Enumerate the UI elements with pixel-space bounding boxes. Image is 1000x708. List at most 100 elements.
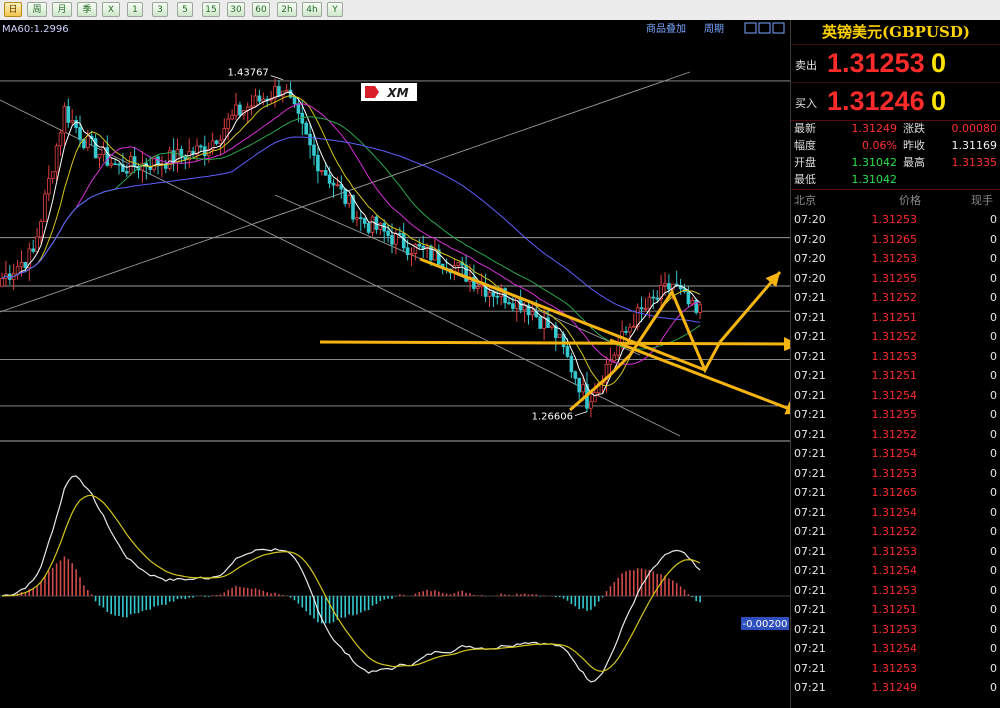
candle-down (362, 218, 367, 224)
tick-row: 07:21 1.31251 0 (791, 600, 1000, 620)
timeframe-button[interactable]: 4h (302, 2, 322, 17)
tick-row: 07:21 1.31254 0 (791, 561, 1000, 581)
prev-close-value: 1.31169 (951, 139, 998, 152)
tick-time: 07:21 (794, 603, 826, 616)
timeframe-button[interactable]: 2h (277, 2, 297, 17)
tick-volume: 0 (990, 408, 997, 421)
timeframe-button[interactable]: 5 (177, 2, 193, 17)
tick-volume: 0 (990, 661, 997, 675)
tick-time: 07:21 (794, 388, 826, 402)
sell-quote[interactable]: 卖出 1.31253 0 (791, 44, 1000, 83)
tick-header-price: 价格 (899, 194, 921, 207)
candle-up (347, 195, 351, 204)
tick-row: 07:21 1.31253 0 (791, 347, 1000, 367)
tick-volume: 0 (990, 486, 997, 499)
price-annotation: 1.43767 (227, 68, 268, 79)
timeframe-button[interactable]: 季 (77, 2, 97, 17)
toolbar: 日周月季 X 1 3 5 15 30 60 2h 4h Y (0, 0, 1000, 21)
tick-time: 07:20 (794, 213, 826, 226)
tick-volume: 0 (990, 291, 997, 304)
timeframe-button[interactable]: 30 (227, 2, 245, 17)
low-value: 1.31042 (851, 173, 898, 186)
candle-down (343, 188, 347, 204)
tick-price: 1.31251 (871, 310, 918, 324)
candle-up (249, 105, 254, 108)
candle-down (93, 138, 98, 159)
candle-up (456, 262, 461, 266)
candle-down (429, 245, 433, 261)
candle-down (117, 163, 121, 166)
tick-time: 07:21 (794, 642, 826, 655)
sell-suffix: 0 (931, 48, 947, 78)
tick-volume: 0 (990, 622, 997, 636)
tick-price: 1.31251 (871, 603, 918, 616)
timeframe-button[interactable]: 日 (4, 2, 22, 17)
open-label: 开盘 (794, 156, 816, 169)
overlay-link: 商品叠加 (646, 22, 686, 35)
tick-time: 07:21 (794, 330, 826, 343)
timeframe-button[interactable]: 月 (52, 2, 72, 17)
change-label: 涨跌 (903, 122, 925, 135)
candle-down (105, 147, 110, 166)
candle-up (557, 333, 562, 338)
candle-up (335, 184, 340, 187)
tick-row: 07:20 1.31265 0 (791, 230, 1000, 250)
buy-price: 1.31246 (827, 86, 925, 116)
candle-up (128, 156, 133, 174)
tick-volume: 0 (990, 271, 997, 285)
candle-down (421, 245, 425, 249)
candle-up (15, 266, 20, 275)
tick-price: 1.31254 (871, 564, 918, 577)
tick-volume: 0 (990, 466, 997, 480)
candle-down (132, 156, 137, 167)
timeframe-button[interactable]: 周 (27, 2, 47, 17)
tick-time: 07:20 (794, 271, 826, 285)
tick-volume: 0 (990, 349, 997, 363)
buy-suffix: 0 (931, 86, 947, 116)
candle-down (538, 316, 542, 329)
candle-up (62, 106, 67, 134)
candle-up (284, 89, 289, 92)
tick-header-vol: 现手 (971, 194, 993, 207)
tick-time: 07:21 (794, 486, 826, 499)
tick-volume: 0 (990, 447, 997, 460)
tick-price: 1.31265 (871, 486, 918, 499)
timeframe-button[interactable]: 1 (127, 2, 143, 17)
timeframe-button[interactable]: 60 (252, 2, 270, 17)
price-chart: MA60:1.2996 商品叠加 周期 1.43767 1.26606 XM -0.0020… (0, 20, 790, 708)
tick-row: 07:20 1.31253 0 (791, 249, 1000, 269)
candle-up (0, 278, 4, 287)
timeframe-button[interactable]: X (102, 2, 120, 17)
candle-up (86, 135, 90, 149)
timeframe-button[interactable]: 15 (202, 2, 220, 17)
tick-volume: 0 (990, 681, 997, 694)
candle-down (31, 248, 35, 252)
buy-quote[interactable]: 买入 1.31246 0 (791, 82, 1000, 121)
timeframe-button[interactable]: 3 (152, 2, 168, 17)
candle-up (39, 221, 43, 238)
tick-row: 07:21 1.31265 0 (791, 483, 1000, 503)
buy-label: 买入 (795, 97, 817, 110)
tick-time: 07:21 (794, 505, 826, 519)
tick-row: 07:21 1.31254 0 (791, 503, 1000, 523)
candle-up (698, 304, 702, 313)
tick-header: 北京 价格 现手 (791, 192, 1000, 208)
tick-volume: 0 (990, 427, 997, 441)
tick-volume: 0 (990, 564, 997, 577)
tick-row: 07:21 1.31252 0 (791, 288, 1000, 308)
candle-down (292, 96, 297, 105)
candle-down (308, 133, 312, 146)
tick-price: 1.31251 (871, 369, 918, 382)
candle-up (230, 114, 234, 120)
tick-row: 07:21 1.31249 0 (791, 678, 1000, 698)
tick-row: 07:21 1.31252 0 (791, 425, 1000, 445)
candle-up (515, 297, 519, 309)
candle-up (394, 233, 398, 245)
timeframe-button[interactable]: Y (327, 2, 343, 17)
candle-up (226, 118, 231, 129)
tick-row: 07:20 1.31255 0 (791, 269, 1000, 289)
candle-down (257, 95, 262, 102)
tick-row: 07:21 1.31251 0 (791, 308, 1000, 328)
range-label: 幅度 (794, 139, 816, 152)
tick-volume: 0 (990, 525, 997, 538)
